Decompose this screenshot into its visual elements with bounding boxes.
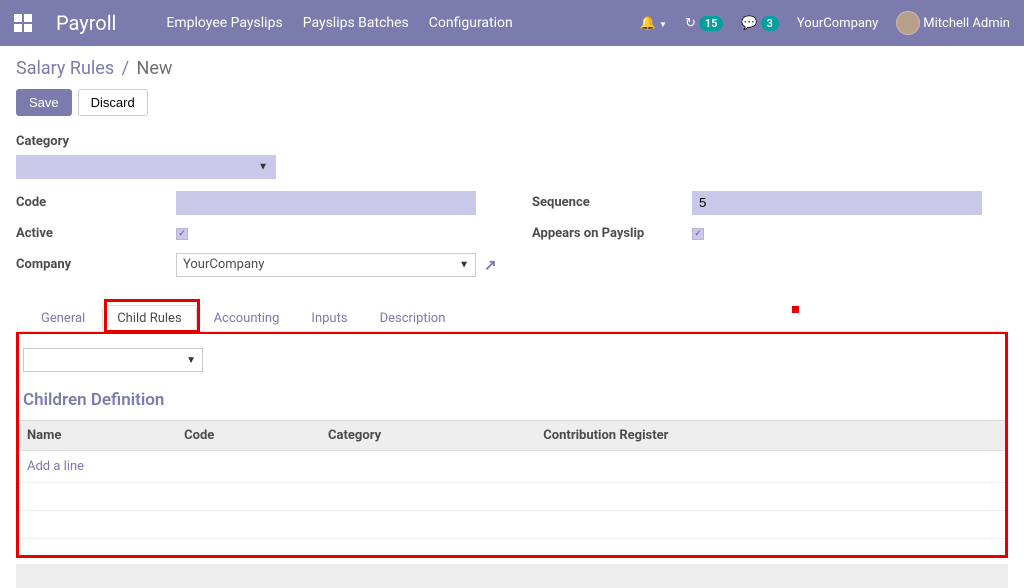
user-menu[interactable]: Mitchell Admin — [896, 11, 1010, 35]
user-name: Mitchell Admin — [923, 16, 1010, 31]
form-row-active-appears: Active ✓ Appears on Payslip ✓ — [16, 220, 1008, 247]
col-header-contribution-register[interactable]: Contribution Register — [535, 421, 975, 451]
category-label: Category — [16, 128, 176, 155]
category-field[interactable] — [16, 155, 276, 179]
control-panel: Salary Rules / New Save Discard — [0, 46, 1024, 128]
active-label: Active — [16, 220, 176, 247]
company-value: YourCompany — [183, 257, 264, 272]
breadcrumb-current: New — [137, 58, 173, 79]
sequence-field[interactable] — [692, 191, 982, 215]
action-buttons: Save Discard — [16, 89, 1008, 116]
col-header-code[interactable]: Code — [176, 421, 320, 451]
form-row-code-sequence: Code Sequence — [16, 189, 1008, 216]
table-row — [19, 511, 1005, 539]
code-label: Code — [16, 189, 176, 216]
tab-accounting[interactable]: Accounting — [199, 305, 295, 332]
parent-rule-select[interactable]: ▼ — [23, 348, 203, 372]
activities-button[interactable]: ↻15 — [685, 16, 723, 31]
app-brand[interactable]: Payroll — [56, 11, 116, 35]
chat-icon: 💬 — [741, 16, 757, 31]
tab-panel-highlight: ▼ Children Definition Name Code Category… — [16, 331, 1008, 558]
top-navbar: Payroll Employee Payslips Payslips Batch… — [0, 0, 1024, 46]
company-switcher[interactable]: YourCompany — [797, 16, 878, 31]
col-header-category[interactable]: Category — [320, 421, 535, 451]
save-button[interactable]: Save — [16, 89, 72, 116]
breadcrumb: Salary Rules / New — [16, 58, 1008, 79]
chevron-down-icon: ▼ — [459, 259, 469, 270]
chevron-down-icon[interactable]: ▼ — [258, 162, 268, 173]
add-line-button[interactable]: Add a line — [27, 459, 84, 474]
tab-inputs[interactable]: Inputs — [296, 305, 362, 332]
children-table: Name Code Category Contribution Register… — [19, 420, 1005, 539]
chevron-down-icon: ▼ — [186, 355, 196, 366]
apps-icon[interactable] — [14, 14, 32, 32]
company-label: Company — [16, 251, 176, 278]
active-checkbox[interactable]: ✓ — [176, 228, 188, 240]
sequence-label: Sequence — [532, 189, 692, 216]
nav-link-configuration[interactable]: Configuration — [429, 15, 513, 31]
breadcrumb-separator: / — [122, 58, 129, 79]
form-content: Category ▼ Code Sequence Active ✓ Appear… — [0, 128, 1024, 558]
company-field[interactable]: YourCompany ▼ — [176, 253, 476, 277]
form-row-company: Company YourCompany ▼ ↗ — [16, 251, 1008, 278]
bell-icon: 🔔 — [640, 16, 656, 31]
messages-button[interactable]: 💬3 — [741, 16, 778, 31]
message-count-badge: 3 — [761, 16, 779, 31]
table-row — [19, 483, 1005, 511]
appears-on-payslip-label: Appears on Payslip — [532, 220, 692, 247]
tabs: General Child Rules Accounting Inputs De… — [16, 304, 1008, 332]
code-field[interactable] — [176, 191, 476, 215]
avatar — [896, 11, 920, 35]
nav-right: 🔔▼ ↻15 💬3 YourCompany Mitchell Admin — [640, 11, 1010, 35]
appears-on-payslip-checkbox[interactable]: ✓ — [692, 228, 704, 240]
chevron-down-icon: ▼ — [659, 20, 667, 29]
nav-link-payslips-batches[interactable]: Payslips Batches — [303, 15, 409, 31]
tab-child-rules[interactable]: Child Rules — [102, 305, 196, 332]
form-scroll-area: Category ▼ Code Sequence Active ✓ Appear… — [0, 128, 1024, 588]
discard-button[interactable]: Discard — [78, 89, 148, 116]
tab-description[interactable]: Description — [365, 305, 461, 332]
clock-icon: ↻ — [685, 16, 696, 31]
breadcrumb-parent[interactable]: Salary Rules — [16, 58, 114, 79]
col-header-actions — [975, 421, 1005, 451]
external-link-icon[interactable]: ↗ — [484, 256, 497, 274]
notifications-dropdown[interactable]: 🔔▼ — [640, 16, 667, 31]
category-group: Category ▼ — [16, 128, 1008, 179]
sheet-footer — [16, 564, 1008, 588]
nav-link-employee-payslips[interactable]: Employee Payslips — [166, 15, 282, 31]
nav-menu: Employee Payslips Payslips Batches Confi… — [166, 15, 512, 31]
col-header-name[interactable]: Name — [19, 421, 176, 451]
activity-count-badge: 15 — [699, 16, 724, 31]
tab-general[interactable]: General — [26, 305, 100, 332]
section-title: Children Definition — [23, 390, 1005, 410]
